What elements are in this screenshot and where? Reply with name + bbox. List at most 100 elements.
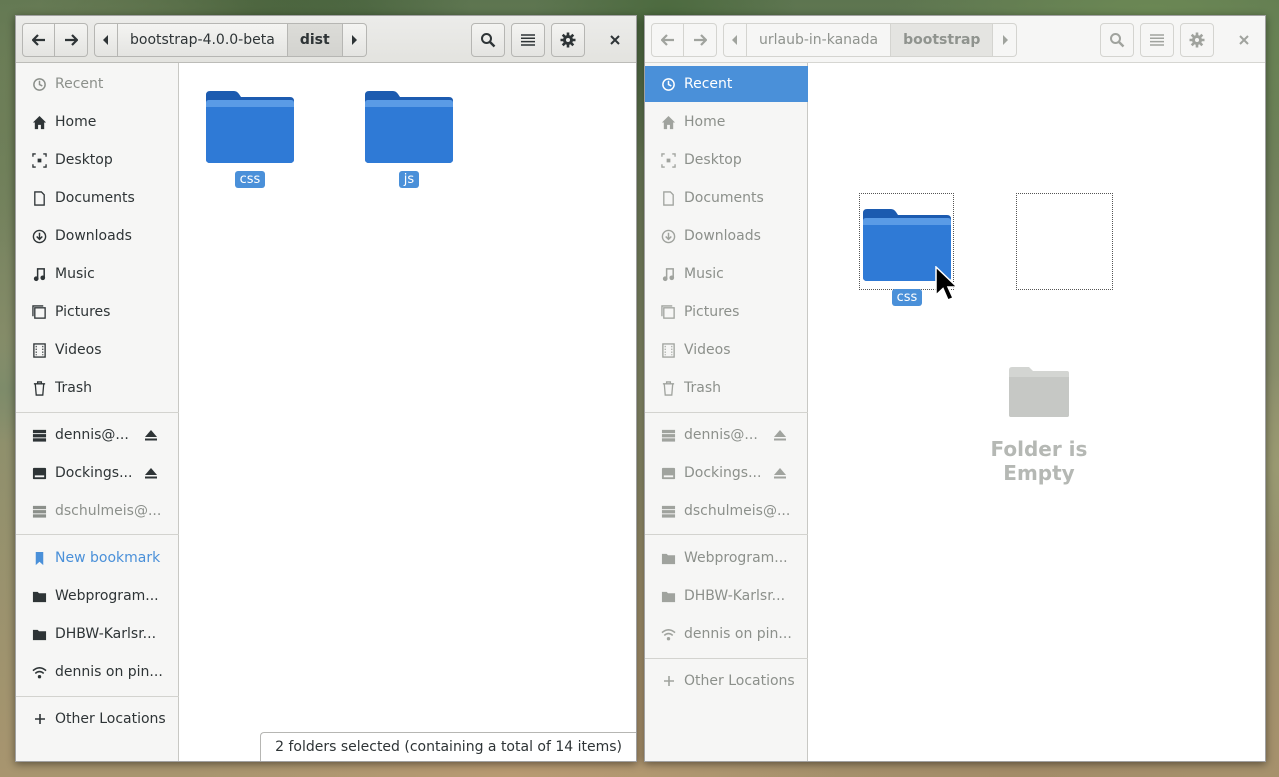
file-name-label: css [234, 171, 266, 188]
sidebar-item-downloads[interactable]: Downloads [16, 218, 179, 254]
sidebar-item-label: dennis on pin... [55, 664, 163, 680]
sidebar-item-videos[interactable]: Videos [16, 332, 179, 368]
eject-icon[interactable] [143, 467, 159, 479]
search-button[interactable] [1100, 23, 1134, 57]
close-window-button[interactable] [598, 23, 632, 57]
sidebar-item-device[interactable]: Dockings... [645, 455, 808, 491]
eject-icon[interactable] [772, 429, 788, 441]
caret-left-icon [732, 35, 737, 45]
headerbar: urlaub-in-kanada bootstrap [645, 16, 1265, 63]
sidebar-item-recent[interactable]: Recent [16, 66, 179, 102]
sidebar-item-videos[interactable]: Videos [645, 332, 808, 368]
back-button[interactable] [651, 23, 684, 57]
sidebar-separator [645, 658, 808, 659]
path-segment[interactable]: bootstrap-4.0.0-beta [118, 23, 288, 57]
clock-icon [660, 76, 677, 93]
sidebar-item-label: dennis on pin... [684, 626, 792, 642]
sidebar-item-label: Other Locations [684, 673, 795, 689]
close-window-button[interactable] [1227, 23, 1261, 57]
sidebar-item-recent[interactable]: Recent [645, 66, 808, 102]
view-menu-button[interactable] [511, 23, 545, 57]
caret-left-icon [103, 35, 108, 45]
path-scroll-right-button[interactable] [342, 23, 367, 57]
sidebar-item-desktop[interactable]: Desktop [16, 142, 179, 178]
folder-icon [365, 91, 453, 163]
clock-icon [31, 76, 48, 93]
search-button[interactable] [471, 23, 505, 57]
sidebar-item-label: Videos [684, 342, 731, 358]
sidebar-item-device[interactable]: dennis@... [16, 417, 179, 453]
desktop-icon [31, 152, 48, 169]
sidebar-item-desktop[interactable]: Desktop [645, 142, 808, 178]
path-bar: urlaub-in-kanada bootstrap [723, 23, 1018, 57]
sidebar-item-bookmark[interactable]: DHBW-Karlsr... [645, 578, 808, 614]
sidebar-item-label: dennis@... [684, 427, 758, 443]
sidebar-item-new-bookmark[interactable]: New bookmark [16, 540, 179, 576]
sidebar-item-device[interactable]: dschulmeis@... [16, 493, 179, 529]
server-icon [660, 503, 677, 520]
empty-folder-placeholder: Folder is Empty [959, 365, 1119, 485]
file-item-folder[interactable]: js [361, 89, 457, 188]
download-icon [31, 228, 48, 245]
file-view[interactable]: css js 2 folders selected (containing a … [180, 63, 636, 761]
sidebar-item-pictures[interactable]: Pictures [645, 294, 808, 330]
drive-icon [31, 465, 48, 482]
sidebar-item-label: New bookmark [55, 550, 161, 566]
path-scroll-right-button[interactable] [993, 23, 1018, 57]
file-item-folder[interactable]: css [202, 89, 298, 188]
sidebar-item-network[interactable]: dennis on pin... [16, 654, 179, 690]
view-menu-button[interactable] [1140, 23, 1174, 57]
forward-button[interactable] [684, 23, 717, 57]
sidebar-item-bookmark[interactable]: Webprogram... [645, 540, 808, 576]
sidebar-item-trash[interactable]: Trash [16, 370, 179, 406]
videos-icon [31, 342, 48, 359]
sidebar-item-downloads[interactable]: Downloads [645, 218, 808, 254]
sidebar-item-other-locations[interactable]: Other Locations [16, 701, 179, 737]
sidebar-item-device[interactable]: dschulmeis@... [645, 493, 808, 529]
file-name-label: js [398, 171, 420, 188]
sidebar-item-documents[interactable]: Documents [645, 180, 808, 216]
arrow-right-icon [65, 34, 78, 46]
sidebar-item-label: Pictures [55, 304, 111, 320]
path-scroll-left-button[interactable] [723, 23, 747, 57]
sidebar-item-music[interactable]: Music [645, 256, 808, 292]
file-view-drop-target[interactable]: css Folder is Empty [809, 63, 1265, 761]
sidebar-item-label: Videos [55, 342, 102, 358]
server-icon [31, 427, 48, 444]
sidebar-item-label: dschulmeis@... [684, 503, 791, 519]
sidebar-item-home[interactable]: Home [16, 104, 179, 140]
sidebar-item-device[interactable]: dennis@... [645, 417, 808, 453]
path-segment-current[interactable]: bootstrap [891, 23, 994, 57]
places-sidebar: Recent Home Desktop Documents Downloads … [16, 63, 179, 761]
desktop-icon [660, 152, 677, 169]
settings-menu-button[interactable] [1180, 23, 1214, 57]
sidebar-item-label: dschulmeis@... [55, 503, 162, 519]
search-icon [481, 33, 496, 48]
history-nav [22, 23, 88, 57]
sidebar-item-documents[interactable]: Documents [16, 180, 179, 216]
list-view-icon [1150, 34, 1164, 46]
search-icon [1110, 33, 1125, 48]
path-scroll-left-button[interactable] [94, 23, 118, 57]
sidebar-item-device[interactable]: Dockings... [16, 455, 179, 491]
path-segment[interactable]: urlaub-in-kanada [747, 23, 892, 57]
caret-right-icon [352, 35, 358, 45]
settings-menu-button[interactable] [551, 23, 585, 57]
sidebar-item-trash[interactable]: Trash [645, 370, 808, 406]
sidebar-item-bookmark[interactable]: Webprogram... [16, 578, 179, 614]
music-icon [31, 266, 48, 283]
document-icon [31, 190, 48, 207]
sidebar-item-other-locations[interactable]: Other Locations [645, 663, 808, 699]
sidebar-item-home[interactable]: Home [645, 104, 808, 140]
sidebar-item-network[interactable]: dennis on pin... [645, 616, 808, 652]
eject-icon[interactable] [772, 467, 788, 479]
eject-icon[interactable] [143, 429, 159, 441]
back-button[interactable] [22, 23, 55, 57]
sidebar-item-bookmark[interactable]: DHBW-Karlsr... [16, 616, 179, 652]
sidebar-item-label: Dockings... [684, 465, 762, 481]
folder-icon [31, 626, 48, 643]
sidebar-item-music[interactable]: Music [16, 256, 179, 292]
sidebar-item-pictures[interactable]: Pictures [16, 294, 179, 330]
forward-button[interactable] [55, 23, 88, 57]
path-segment-current[interactable]: dist [287, 23, 343, 57]
